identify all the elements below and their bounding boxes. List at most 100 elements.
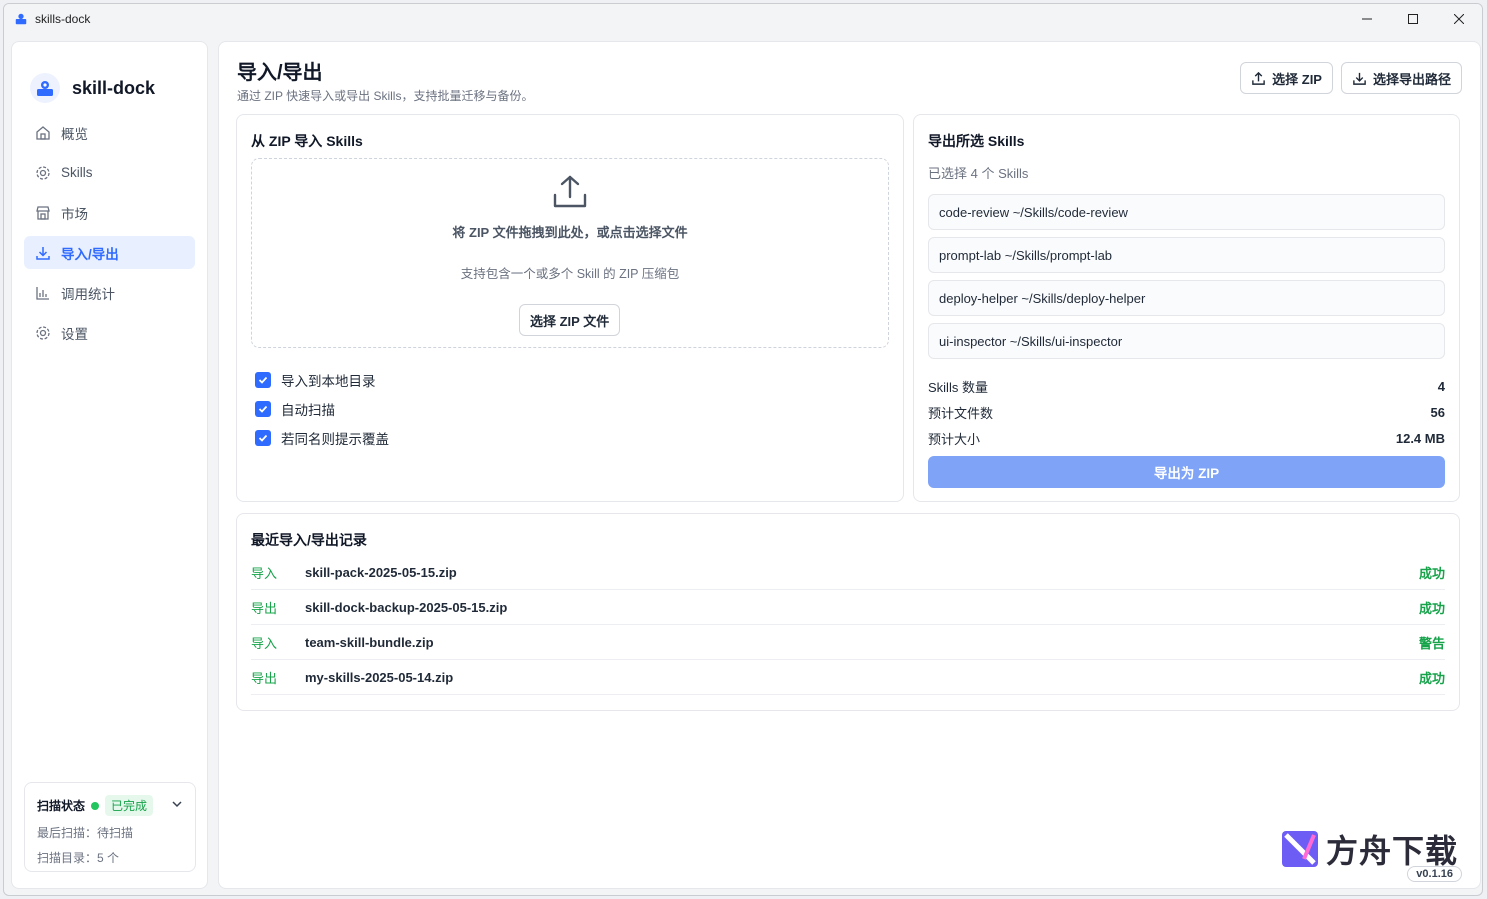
choose-zip-file-button[interactable]: 选择 ZIP 文件 — [519, 304, 621, 336]
stat-value: 4 — [1437, 378, 1445, 394]
header-actions: 选择 ZIP 选择导出路径 — [1240, 62, 1462, 94]
sidebar-item-skills[interactable]: Skills — [24, 156, 195, 189]
check-icon — [258, 376, 268, 384]
history-type: 导入 — [251, 635, 278, 651]
maximize-icon — [1408, 14, 1418, 24]
check-icon — [258, 405, 268, 413]
history-file: my-skills-2025-05-14.zip — [305, 669, 454, 685]
option-label: 自动扫描 — [281, 402, 335, 418]
minimize-button[interactable] — [1344, 4, 1390, 34]
dropzone-hint: 将 ZIP 文件拖拽到此处，或点击选择文件 — [452, 225, 688, 240]
list-item[interactable]: prompt-lab ~/Skills/prompt-lab — [928, 237, 1445, 273]
history-type: 导入 — [251, 565, 278, 581]
page-subtitle: 通过 ZIP 快速导入或导出 Skills，支持批量迁移与备份。 — [237, 89, 534, 103]
sidebar-item-market[interactable]: 市场 — [24, 196, 195, 229]
table-row[interactable]: 导出 my-skills-2025-05-14.zip 成功 — [251, 660, 1445, 695]
export-card: 导出所选 Skills 已选择 4 个 Skills code-review ~… — [913, 114, 1460, 502]
option-import-local[interactable]: 导入到本地目录 — [255, 365, 389, 394]
option-overwrite-prompt[interactable]: 若同名则提示覆盖 — [255, 423, 389, 452]
import-card-title: 从 ZIP 导入 Skills — [251, 133, 363, 149]
store-icon — [36, 205, 50, 220]
sidebar-item-label: 概览 — [61, 126, 88, 142]
option-auto-scan[interactable]: 自动扫描 — [255, 394, 389, 423]
dropzone-subhint: 支持包含一个或多个 Skill 的 ZIP 压缩包 — [460, 267, 680, 281]
download-icon — [36, 246, 50, 260]
close-button[interactable] — [1436, 4, 1482, 34]
select-export-path-label: 选择导出路径 — [1372, 71, 1451, 87]
stat-size: 预计大小 12.4 MB — [928, 425, 1445, 451]
select-zip-button[interactable]: 选择 ZIP — [1240, 62, 1333, 94]
sidebar-nav: 概览 Skills 市场 导入/导出 调用统计 设置 — [12, 116, 207, 349]
upload-icon — [1252, 71, 1265, 85]
sidebar-item-label: Skills — [61, 165, 93, 180]
main-content: 导入/导出 通过 ZIP 快速导入或导出 Skills，支持批量迁移与备份。 选… — [218, 41, 1481, 889]
upload-icon — [553, 175, 587, 208]
sidebar-item-label: 调用统计 — [61, 286, 115, 302]
sidebar-item-import-export[interactable]: 导入/导出 — [24, 236, 195, 269]
checkbox[interactable] — [255, 429, 271, 446]
bar-chart-icon — [36, 286, 49, 300]
import-card: 从 ZIP 导入 Skills 将 ZIP 文件拖拽到此处，或点击选择文件 支持… — [236, 114, 904, 502]
page-title: 导入/导出 — [237, 62, 323, 84]
window-controls — [1344, 4, 1482, 34]
export-zip-button[interactable]: 导出为 ZIP — [928, 456, 1445, 488]
list-item[interactable]: code-review ~/Skills/code-review — [928, 194, 1445, 230]
brand-name: skill-dock — [72, 77, 156, 98]
option-label: 导入到本地目录 — [281, 373, 376, 389]
sidebar-item-usage-stats[interactable]: 调用统计 — [24, 276, 195, 309]
scan-expand-toggle[interactable] — [171, 798, 183, 813]
history-status: 警告 — [1418, 635, 1445, 651]
list-item[interactable]: deploy-helper ~/Skills/deploy-helper — [928, 280, 1445, 316]
last-scan-text: 最后扫描：待扫描 — [37, 826, 134, 840]
list-item[interactable]: ui-inspector ~/Skills/ui-inspector — [928, 323, 1445, 359]
scan-status-card: 扫描状态 已完成 最后扫描：待扫描 扫描目录：5 个 — [24, 782, 196, 872]
check-icon — [258, 434, 268, 442]
status-dot — [91, 801, 100, 810]
window-title: skills-dock — [35, 12, 91, 26]
brand: skill-dock — [12, 42, 207, 112]
stat-label: 预计文件数 — [928, 405, 994, 421]
history-file: skill-pack-2025-05-15.zip — [305, 564, 457, 580]
home-icon — [36, 125, 50, 140]
minimize-icon — [1362, 18, 1372, 20]
app-icon — [15, 13, 27, 25]
app-window: skills-dock skill-dock 概览 Skills 市场 导入/导… — [3, 3, 1483, 896]
zip-dropzone[interactable]: 将 ZIP 文件拖拽到此处，或点击选择文件 支持包含一个或多个 Skill 的 … — [251, 158, 889, 348]
select-zip-label: 选择 ZIP — [1272, 71, 1322, 87]
history-type: 导出 — [251, 600, 278, 616]
history-file: skill-dock-backup-2025-05-15.zip — [305, 599, 508, 615]
stat-value: 12.4 MB — [1395, 430, 1445, 446]
checkbox[interactable] — [255, 400, 271, 417]
stat-label: Skills 数量 — [928, 379, 988, 395]
option-label: 若同名则提示覆盖 — [281, 431, 389, 447]
gear-icon — [36, 165, 50, 180]
history-card: 最近导入/导出记录 导入 skill-pack-2025-05-15.zip 成… — [236, 513, 1460, 711]
table-row[interactable]: 导出 skill-dock-backup-2025-05-15.zip 成功 — [251, 590, 1445, 625]
close-icon — [1454, 14, 1464, 24]
history-type: 导出 — [251, 670, 278, 686]
scan-status-row: 扫描状态 已完成 — [37, 795, 183, 816]
checkbox[interactable] — [255, 371, 271, 388]
history-list: 导入 skill-pack-2025-05-15.zip 成功 导出 skill… — [251, 555, 1445, 695]
stat-label: 预计大小 — [928, 431, 981, 447]
sidebar-item-settings[interactable]: 设置 — [24, 316, 195, 349]
export-stats: Skills 数量 4 预计文件数 56 预计大小 12.4 MB — [928, 373, 1445, 451]
watermark-logo-icon — [1281, 831, 1318, 867]
stat-value: 56 — [1430, 404, 1445, 420]
chevron-down-icon — [172, 801, 182, 808]
maximize-button[interactable] — [1390, 4, 1436, 34]
sidebar: skill-dock 概览 Skills 市场 导入/导出 调用统计 设置 扫描… — [11, 41, 208, 889]
history-status: 成功 — [1418, 565, 1445, 581]
table-row[interactable]: 导入 skill-pack-2025-05-15.zip 成功 — [251, 555, 1445, 590]
settings-icon — [36, 325, 50, 340]
table-row[interactable]: 导入 team-skill-bundle.zip 警告 — [251, 625, 1445, 660]
history-status: 成功 — [1418, 670, 1445, 686]
sidebar-item-label: 设置 — [61, 326, 88, 342]
status-badge: 已完成 — [105, 795, 154, 816]
history-file: team-skill-bundle.zip — [305, 634, 434, 650]
sidebar-item-overview[interactable]: 概览 — [24, 116, 195, 149]
import-options: 导入到本地目录 自动扫描 若同名则提示覆盖 — [255, 365, 389, 452]
select-export-path-button[interactable]: 选择导出路径 — [1340, 62, 1462, 94]
history-status: 成功 — [1418, 600, 1445, 616]
sidebar-item-label: 导入/导出 — [61, 246, 119, 262]
